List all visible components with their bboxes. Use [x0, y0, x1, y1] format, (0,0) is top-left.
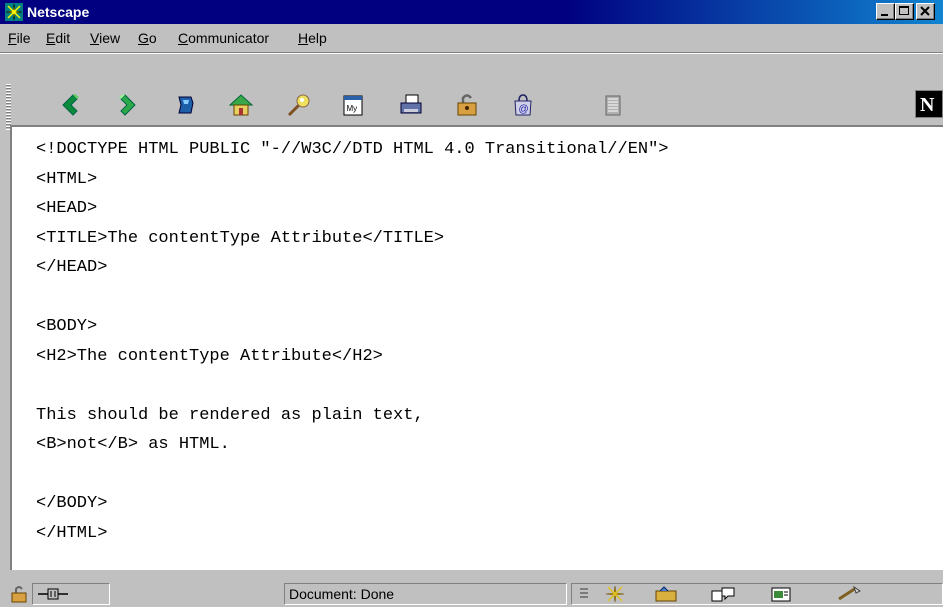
security-lock-icon[interactable] — [8, 585, 30, 603]
menu-file[interactable]: File — [8, 29, 31, 47]
online-connection-icon[interactable] — [36, 585, 70, 603]
window-title: Netscape — [27, 4, 90, 20]
home-icon — [228, 94, 254, 116]
menu-bar: File Edit View Go Communicator Help — [0, 24, 943, 53]
my-netscape-button[interactable]: My — [336, 84, 370, 126]
browser-window: Netscape File Edit View Go Communicator … — [0, 0, 943, 607]
discussion-groups-icon[interactable] — [710, 585, 738, 603]
home-button[interactable] — [224, 84, 258, 126]
menu-help[interactable]: Help — [298, 29, 327, 47]
component-bar-grip-icon[interactable] — [578, 585, 590, 603]
security-icon — [457, 94, 477, 116]
menu-communicator[interactable]: Communicator — [178, 29, 269, 47]
composer-icon[interactable] — [770, 585, 792, 603]
print-button[interactable] — [394, 84, 428, 126]
search-button[interactable] — [282, 84, 316, 126]
shop-button[interactable]: @ — [506, 84, 540, 126]
search-icon — [287, 94, 310, 117]
back-button[interactable] — [54, 84, 88, 126]
document-view[interactable]: <!DOCTYPE HTML PUBLIC "-//W3C//DTD HTML … — [10, 125, 943, 570]
back-icon — [62, 94, 79, 116]
svg-text:@: @ — [519, 104, 529, 115]
menu-go[interactable]: Go — [138, 29, 157, 47]
security-button[interactable] — [450, 84, 484, 126]
menu-edit[interactable]: Edit — [46, 29, 70, 47]
reload-icon — [178, 96, 194, 114]
netscape-icon — [5, 3, 23, 21]
close-button[interactable] — [916, 3, 935, 20]
title-bar[interactable]: Netscape — [0, 0, 943, 24]
maximize-icon — [899, 6, 909, 15]
stop-button[interactable] — [596, 84, 630, 126]
web-page-composer-icon[interactable] — [836, 585, 864, 603]
netscape-logo[interactable]: N — [915, 90, 943, 118]
status-bar: Document: Done — [0, 577, 943, 607]
menu-view[interactable]: View — [90, 29, 120, 47]
reload-button[interactable] — [168, 84, 202, 126]
forward-icon — [119, 94, 136, 116]
my-netscape-icon: My — [343, 95, 363, 116]
toolbar-grip[interactable] — [6, 84, 11, 130]
maximize-button[interactable] — [895, 3, 914, 20]
mailbox-icon[interactable] — [654, 585, 682, 603]
component-bar — [571, 583, 943, 605]
shop-icon: @ — [514, 94, 532, 116]
close-icon — [920, 6, 930, 16]
minimize-button[interactable] — [876, 3, 895, 20]
minimize-icon — [881, 14, 888, 16]
document-source-text: <!DOCTYPE HTML PUBLIC "-//W3C//DTD HTML … — [36, 140, 669, 543]
forward-button[interactable] — [110, 84, 144, 126]
navigator-icon[interactable] — [604, 585, 626, 603]
stop-icon — [605, 95, 621, 116]
status-text: Document: Done — [289, 586, 395, 602]
print-icon — [400, 94, 422, 114]
svg-text:My: My — [347, 104, 358, 113]
